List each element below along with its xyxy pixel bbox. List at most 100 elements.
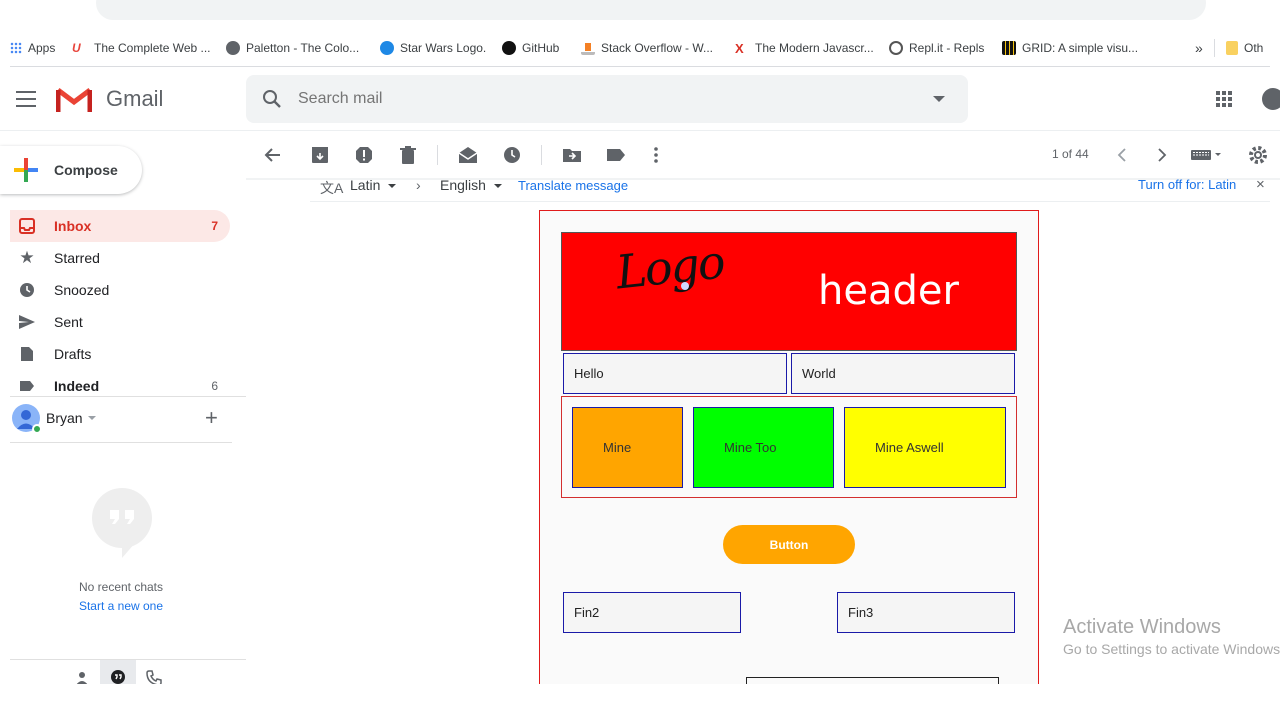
activate-windows-subtitle: Go to Settings to activate Windows.: [1063, 641, 1280, 657]
bookmark-label: Star Wars Logo.: [400, 41, 487, 55]
sidebar-item-label: Snoozed: [54, 282, 110, 298]
input-tools-keyboard-icon[interactable]: [1190, 144, 1224, 166]
hangouts-user-switcher[interactable]: Bryan: [12, 404, 232, 434]
online-status-dot: [32, 424, 42, 434]
search-options-dropdown-icon[interactable]: [933, 96, 945, 102]
clock-icon: [18, 281, 36, 299]
search-icon[interactable]: [262, 89, 282, 109]
draft-icon: [18, 345, 36, 363]
modern-js-icon: X: [735, 41, 744, 56]
bookmark-label: The Complete Web ...: [94, 41, 211, 55]
email-button[interactable]: Button: [723, 525, 855, 564]
no-recent-chats-text: No recent chats: [78, 580, 164, 594]
settings-gear-icon[interactable]: [1246, 144, 1270, 166]
bookmark-item-stack-overflow[interactable]: Stack Overflow - W...: [581, 40, 713, 56]
bookmark-label: Oth: [1244, 41, 1264, 55]
bookmark-label: The Modern Javascr...: [755, 41, 874, 55]
translate-bar: 文A Latin › English Translate message Tur…: [310, 174, 1270, 200]
bookmark-item-grid[interactable]: GRID: A simple visu...: [1002, 40, 1138, 56]
source-language: Latin: [350, 177, 381, 193]
tile-mine-too: Mine Too: [693, 407, 834, 488]
sidebar-item-sent[interactable]: Sent: [10, 306, 230, 338]
sidebar-item-starred[interactable]: ★ Starred: [10, 242, 230, 274]
delete-icon[interactable]: [396, 144, 420, 166]
bookmark-apps[interactable]: Apps: [10, 40, 55, 56]
account-avatar[interactable]: [1262, 88, 1280, 110]
fin3-cell: Fin3: [837, 592, 1015, 633]
bookmark-item-star-wars[interactable]: Star Wars Logo.: [380, 40, 486, 56]
screen-bottom-blank: [0, 684, 1280, 720]
sidebar-item-drafts[interactable]: Drafts: [10, 338, 230, 370]
turn-off-translation-link[interactable]: Turn off for: Latin: [1138, 177, 1236, 192]
chat-bubble-icon: [92, 488, 152, 558]
sidebar-item-label: Inbox: [54, 218, 92, 234]
sidebar-item-snoozed[interactable]: Snoozed: [10, 274, 230, 306]
header-divider: [0, 130, 1280, 131]
google-apps-icon[interactable]: [1216, 91, 1232, 107]
target-language-select[interactable]: English: [440, 177, 502, 193]
star-icon: ★: [19, 248, 35, 267]
tile-mine-aswell: Mine Aswell: [844, 407, 1006, 488]
add-contact-icon[interactable]: +: [205, 407, 218, 429]
close-icon[interactable]: ×: [1256, 176, 1265, 193]
github-icon: [502, 41, 516, 55]
source-language-select[interactable]: Latin: [350, 177, 397, 193]
bookmarks-bar: Apps U The Complete Web ... Paletton - T…: [0, 34, 1280, 62]
translate-message-link[interactable]: Translate message: [518, 178, 628, 193]
target-language: English: [440, 177, 486, 193]
translate-bar-divider: [310, 201, 1270, 202]
pagination-count: 1 of 44: [1052, 147, 1089, 161]
hello-cell: Hello: [563, 353, 787, 394]
main-menu-icon[interactable]: [16, 91, 36, 107]
address-bar-strip: [0, 0, 1280, 30]
bookmark-item-paletton[interactable]: Paletton - The Colo...: [226, 40, 359, 56]
mark-unread-icon[interactable]: [456, 144, 480, 166]
compose-label: Compose: [54, 162, 118, 178]
bookmark-label: GitHub: [522, 41, 560, 55]
tile-mine: Mine: [572, 407, 683, 488]
chevron-down-icon: [493, 184, 502, 189]
user-name: Bryan: [46, 410, 83, 426]
bookmark-item-replit[interactable]: Repl.it - Repls: [889, 40, 984, 56]
sidebar-item-indeed[interactable]: Indeed 6: [10, 370, 230, 402]
toolbar-divider: [437, 145, 438, 165]
folder-icon: [1226, 41, 1238, 55]
fin2-cell: Fin2: [563, 592, 741, 633]
next-email-icon[interactable]: [1150, 144, 1174, 166]
search-input[interactable]: [298, 86, 898, 112]
bookmark-label: Apps: [28, 41, 56, 55]
address-bar[interactable]: [96, 0, 1206, 20]
gmail-logo-icon[interactable]: [56, 86, 92, 112]
replit-icon: [889, 41, 903, 55]
bookmarks-divider-line: [10, 66, 1270, 67]
sidebar-item-inbox[interactable]: Inbox 7: [10, 210, 230, 242]
activate-windows-title: Activate Windows: [1063, 616, 1221, 638]
bookmark-item-modern-js[interactable]: X The Modern Javascr...: [735, 40, 874, 56]
back-icon[interactable]: [260, 144, 284, 166]
previous-email-icon[interactable]: [1110, 144, 1134, 166]
inbox-icon: [18, 217, 36, 235]
toolbar-divider: [541, 145, 542, 165]
chevron-right-icon: ›: [416, 177, 421, 193]
report-spam-icon[interactable]: [352, 144, 376, 166]
bookmark-label: Paletton - The Colo...: [246, 41, 360, 55]
user-avatar: [12, 404, 42, 434]
sidebar-item-label: Starred: [54, 250, 100, 266]
archive-icon[interactable]: [308, 144, 332, 166]
sidebar-item-label: Sent: [54, 314, 83, 330]
label-as-icon[interactable]: [604, 144, 628, 166]
bookmark-label: Repl.it - Repls: [909, 41, 985, 55]
snooze-icon[interactable]: [500, 144, 524, 166]
move-to-icon[interactable]: [560, 144, 584, 166]
unread-count: 7: [211, 219, 218, 233]
more-options-icon[interactable]: [644, 144, 668, 166]
gmail-wordmark: Gmail: [106, 86, 164, 111]
world-cell: World: [791, 353, 1015, 394]
bookmark-other[interactable]: Oth: [1226, 40, 1263, 56]
bookmark-item-github[interactable]: GitHub: [502, 40, 559, 56]
compose-button[interactable]: Compose: [0, 146, 142, 194]
grid-icon: [1002, 41, 1016, 55]
bookmark-item-complete-web[interactable]: U The Complete Web ...: [72, 40, 211, 56]
bookmarks-overflow-button[interactable]: »: [1195, 40, 1203, 56]
start-new-chat-link[interactable]: Start a new one: [30, 599, 212, 613]
